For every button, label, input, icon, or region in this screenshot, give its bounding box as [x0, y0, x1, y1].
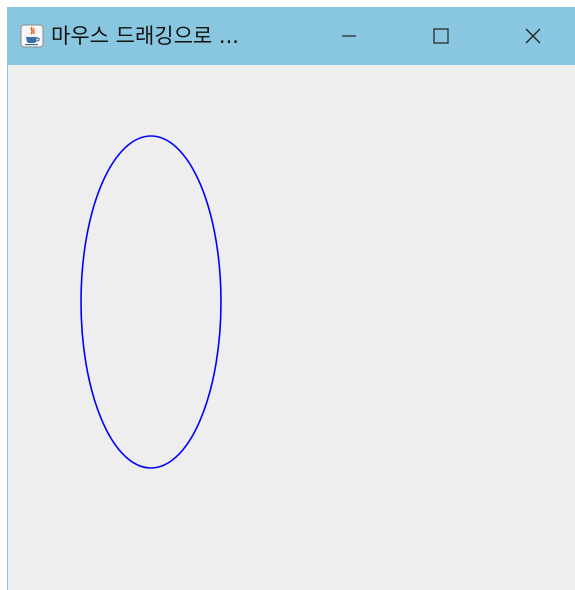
app-window: 마우스 드래깅으로 ...: [7, 7, 575, 590]
window-title: 마우스 드래깅으로 ...: [51, 24, 239, 48]
drawing-canvas[interactable]: [8, 65, 575, 590]
minimize-icon: [342, 35, 356, 37]
java-coffee-cup-icon: [20, 24, 44, 48]
close-icon: [525, 28, 541, 44]
dragged-oval: [80, 135, 222, 469]
title-bar[interactable]: 마우스 드래깅으로 ...: [8, 7, 575, 65]
maximize-icon: [433, 28, 449, 44]
minimize-button[interactable]: [304, 7, 394, 65]
close-button[interactable]: [488, 7, 575, 65]
maximize-button[interactable]: [396, 7, 486, 65]
